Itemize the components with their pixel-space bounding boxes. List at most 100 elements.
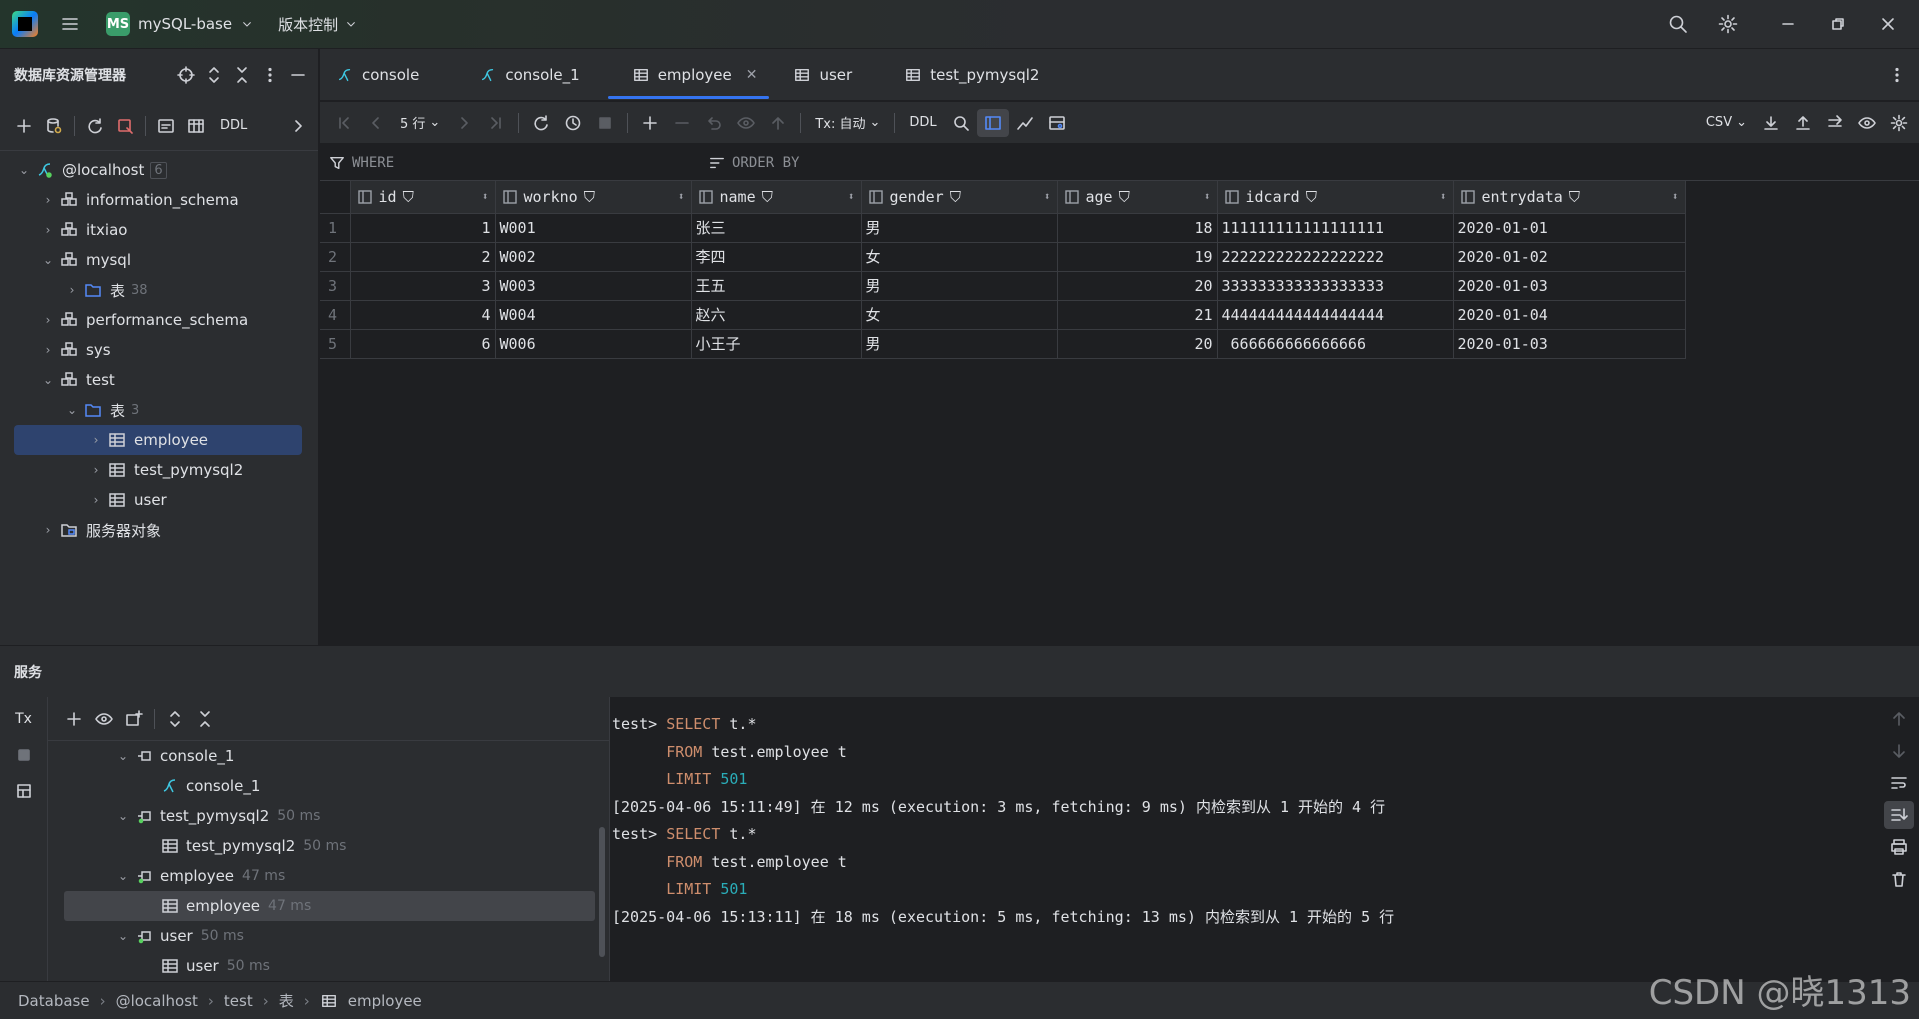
order-by-input[interactable]: ORDER BY bbox=[700, 149, 799, 177]
chevron-down-icon[interactable]: ⌄ bbox=[40, 373, 56, 387]
table-view-icon[interactable] bbox=[182, 112, 210, 140]
sort-icon[interactable]: ⬍ bbox=[482, 190, 489, 203]
collapse-all-icon[interactable] bbox=[228, 61, 256, 89]
cell-id[interactable]: 3 bbox=[350, 271, 496, 301]
column-header-workno[interactable]: workno ⛉ ⬍ bbox=[495, 181, 692, 214]
filter-icon[interactable]: ⛉ bbox=[762, 188, 773, 206]
layout-icon[interactable] bbox=[10, 777, 38, 805]
tab-test-pymysql2[interactable]: test_pymysql2 bbox=[872, 49, 1059, 101]
cell-idcard[interactable]: 111111111111111111 bbox=[1217, 213, 1454, 243]
history-icon[interactable] bbox=[557, 109, 589, 137]
breadcrumb-item[interactable]: @localhost bbox=[116, 992, 198, 1010]
cell-entrydata[interactable]: 2020-01-01 bbox=[1453, 213, 1686, 243]
chevron-down-icon[interactable]: ⌄ bbox=[114, 929, 132, 943]
cell-entrydata[interactable]: 2020-01-03 bbox=[1453, 271, 1686, 301]
column-header-gender[interactable]: gender ⛉ ⬍ bbox=[861, 181, 1058, 214]
next-page-icon[interactable] bbox=[448, 109, 480, 137]
cell-gender[interactable]: 女 bbox=[861, 242, 1058, 272]
cell-name[interactable]: 小王子 bbox=[691, 329, 862, 359]
chevron-right-icon[interactable]: › bbox=[40, 343, 56, 357]
service-node-console-1[interactable]: ⌄ console_1 bbox=[48, 741, 609, 771]
sort-icon[interactable]: ⬍ bbox=[848, 190, 855, 203]
ddl-button[interactable]: DDL bbox=[212, 118, 255, 133]
add-row-icon[interactable] bbox=[634, 109, 666, 137]
service-node-test-pymysql2[interactable]: ⌄ test_pymysql2 50 ms bbox=[48, 801, 609, 831]
sort-icon[interactable]: ⬍ bbox=[1204, 190, 1211, 203]
chevron-down-icon[interactable]: ⌄ bbox=[64, 403, 80, 417]
breadcrumb-item[interactable]: 表 bbox=[279, 990, 294, 1011]
service-node-console-1-query[interactable]: console_1 bbox=[48, 771, 609, 801]
cell-name[interactable]: 王五 bbox=[691, 271, 862, 301]
cell-id[interactable]: 2 bbox=[350, 242, 496, 272]
chevron-right-icon[interactable]: › bbox=[40, 193, 56, 207]
restore-icon[interactable] bbox=[1813, 0, 1863, 49]
tree-node-user[interactable]: › user bbox=[0, 485, 318, 515]
chevron-down-icon[interactable]: ⌄ bbox=[114, 749, 132, 763]
table-row[interactable]: 5 6 W006 小王子 男 20 666666666666666 2020-0… bbox=[320, 329, 1686, 359]
filter-icon[interactable]: ⛉ bbox=[584, 188, 595, 206]
cell-workno[interactable]: W002 bbox=[495, 242, 692, 272]
tree-node-localhost[interactable]: ⌄ @localhost 6 bbox=[0, 155, 318, 185]
tab-console[interactable]: console bbox=[320, 49, 439, 101]
search-icon[interactable] bbox=[945, 109, 977, 137]
add-icon[interactable] bbox=[60, 705, 88, 733]
cell-age[interactable]: 20 bbox=[1057, 329, 1218, 359]
submit-icon[interactable] bbox=[762, 109, 794, 137]
preview-changes-icon[interactable] bbox=[730, 109, 762, 137]
column-header-id[interactable]: id ⛉ ⬍ bbox=[350, 181, 496, 214]
where-filter-input[interactable]: WHERE bbox=[320, 149, 700, 177]
chevron-right-icon[interactable]: › bbox=[64, 283, 80, 297]
cell-name[interactable]: 张三 bbox=[691, 213, 862, 243]
add-icon[interactable] bbox=[10, 112, 38, 140]
close-icon[interactable] bbox=[1863, 0, 1913, 49]
chevron-right-icon[interactable]: › bbox=[40, 313, 56, 327]
table-row[interactable]: 1 1 W001 张三 男 18 111111111111111111 2020… bbox=[320, 213, 1686, 243]
version-control-menu[interactable]: 版本控制 bbox=[278, 10, 358, 38]
settings-gear-icon[interactable] bbox=[1703, 0, 1753, 49]
more-options-icon[interactable] bbox=[256, 61, 284, 89]
cell-id[interactable]: 6 bbox=[350, 329, 496, 359]
cell-idcard[interactable]: 333333333333333333 bbox=[1217, 271, 1454, 301]
column-header-age[interactable]: age ⛉ ⬍ bbox=[1057, 181, 1218, 214]
revert-icon[interactable] bbox=[698, 109, 730, 137]
cell-age[interactable]: 21 bbox=[1057, 300, 1218, 330]
arrow-up-icon[interactable] bbox=[1884, 705, 1914, 733]
chevron-right-icon[interactable]: › bbox=[88, 433, 104, 447]
previous-page-icon[interactable] bbox=[360, 109, 392, 137]
soft-wrap-icon[interactable] bbox=[1884, 769, 1914, 797]
tree-node-mysql[interactable]: ⌄ mysql bbox=[0, 245, 318, 275]
cell-gender[interactable]: 男 bbox=[861, 271, 1058, 301]
cell-idcard[interactable]: 666666666666666 bbox=[1217, 329, 1454, 359]
tree-node-performance-schema[interactable]: › performance_schema bbox=[0, 305, 318, 335]
service-node-employee[interactable]: ⌄ employee 47 ms bbox=[48, 861, 609, 891]
cell-gender[interactable]: 男 bbox=[861, 213, 1058, 243]
sort-icon[interactable]: ⬍ bbox=[1672, 190, 1679, 203]
tree-node-employee[interactable]: › employee bbox=[14, 425, 302, 455]
minimize-icon[interactable] bbox=[1763, 0, 1813, 49]
stop-icon[interactable] bbox=[589, 109, 621, 137]
filter-icon[interactable]: ⛉ bbox=[1306, 188, 1317, 206]
scroll-to-end-icon[interactable] bbox=[1883, 801, 1914, 829]
chevron-down-icon[interactable]: ⌄ bbox=[114, 869, 132, 883]
cell-gender[interactable]: 女 bbox=[861, 300, 1058, 330]
eye-icon[interactable] bbox=[90, 705, 118, 733]
query-console-icon[interactable] bbox=[152, 112, 180, 140]
filter-icon[interactable]: ⛉ bbox=[403, 188, 414, 206]
cell-entrydata[interactable]: 2020-01-04 bbox=[1453, 300, 1686, 330]
new-tab-icon[interactable] bbox=[120, 705, 148, 733]
tree-node-sys[interactable]: › sys bbox=[0, 335, 318, 365]
tab-console-1[interactable]: console_1 bbox=[439, 49, 599, 101]
service-node-employee-table[interactable]: employee 47 ms bbox=[64, 891, 595, 921]
cell-workno[interactable]: W006 bbox=[495, 329, 692, 359]
tab-user[interactable]: user bbox=[777, 49, 872, 101]
compare-icon[interactable] bbox=[976, 108, 1009, 137]
table-row[interactable]: 2 2 W002 李四 女 19 222222222222222222 2020… bbox=[320, 242, 1686, 272]
service-node-user-table[interactable]: user 50 ms bbox=[48, 951, 609, 981]
trash-icon[interactable] bbox=[1884, 865, 1914, 893]
tree-node-itxiao[interactable]: › itxiao bbox=[0, 215, 318, 245]
tree-node-mysql-tables[interactable]: › 表 38 bbox=[0, 275, 318, 305]
tab-employee[interactable]: employee ✕ bbox=[600, 49, 778, 101]
sort-icon[interactable]: ⬍ bbox=[1044, 190, 1051, 203]
tree-node-test-pymysql2[interactable]: › test_pymysql2 bbox=[0, 455, 318, 485]
first-page-icon[interactable] bbox=[328, 109, 360, 137]
